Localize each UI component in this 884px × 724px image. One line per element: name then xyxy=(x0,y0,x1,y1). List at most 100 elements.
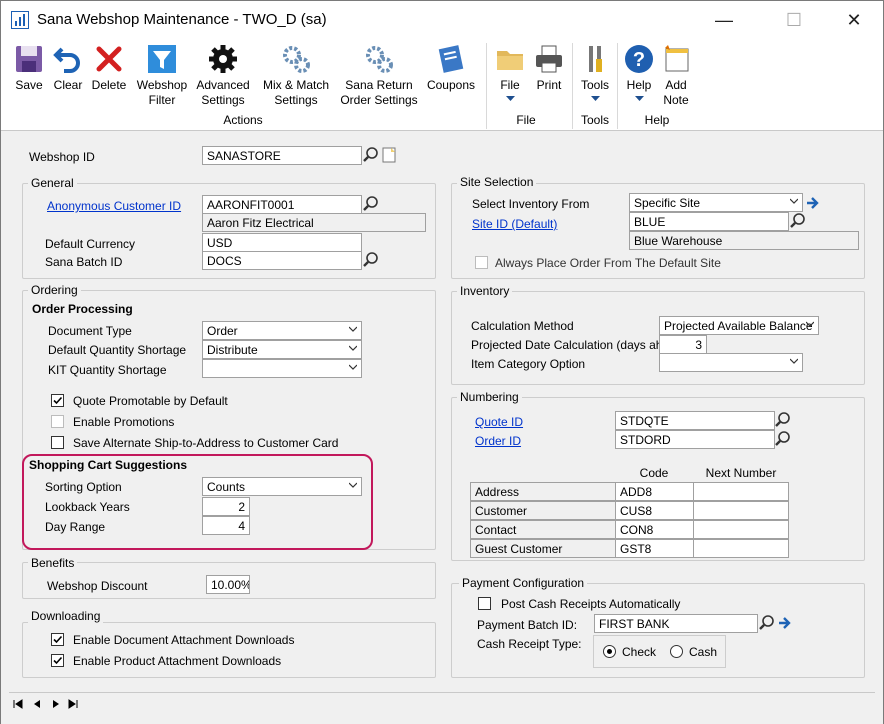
next-number-column-header: Next Number xyxy=(705,466,777,480)
print-button[interactable]: Print xyxy=(529,43,569,93)
projected-date-field[interactable]: 3 xyxy=(659,335,707,354)
next-record-icon[interactable] xyxy=(49,697,63,711)
arrow-right-icon[interactable] xyxy=(776,614,794,632)
advanced-settings-button[interactable]: Advanced Settings xyxy=(193,43,253,108)
maximize-button[interactable]: ☐ xyxy=(771,7,817,33)
save-alternate-address-checkbox[interactable] xyxy=(51,436,64,449)
lookup-icon[interactable] xyxy=(774,430,792,448)
default-quantity-shortage-select[interactable]: Distribute xyxy=(202,340,362,359)
save-label: Save xyxy=(15,78,43,92)
clear-label: Clear xyxy=(53,78,83,92)
sana-return-order-settings-button[interactable]: Sana Return Order Settings xyxy=(337,43,421,108)
lookup-icon[interactable] xyxy=(774,411,792,429)
numbering-row-code[interactable]: CON8 xyxy=(615,520,694,539)
webshop-id-field[interactable]: SANASTORE xyxy=(202,146,362,165)
clear-button[interactable]: Clear xyxy=(49,43,87,93)
gears-icon xyxy=(366,46,393,73)
undo-icon xyxy=(53,47,80,73)
last-record-icon[interactable] xyxy=(66,697,80,711)
add-note-button[interactable]: Add Note xyxy=(657,43,695,108)
sana-return-label: Sana Return Order Settings xyxy=(340,78,418,107)
arrow-right-icon[interactable] xyxy=(804,194,822,212)
check-radio[interactable] xyxy=(603,645,616,658)
webshop-discount-field[interactable]: 10.00% xyxy=(206,575,250,594)
site-id-link[interactable]: Site ID (Default) xyxy=(472,217,557,231)
lookup-icon[interactable] xyxy=(362,195,380,213)
numbering-row-label: Guest Customer xyxy=(470,539,616,558)
numbering-row-code[interactable]: GST8 xyxy=(615,539,694,558)
site-selection-title: Site Selection xyxy=(457,175,537,189)
new-note-icon[interactable] xyxy=(380,146,398,164)
minimize-button[interactable]: — xyxy=(701,7,747,33)
tools-button[interactable]: Tools xyxy=(576,43,614,101)
numbering-row-code[interactable]: CUS8 xyxy=(615,501,694,520)
lookup-icon[interactable] xyxy=(758,614,776,632)
calculation-method-select[interactable]: Projected Available Balance xyxy=(659,316,819,335)
lookup-icon[interactable] xyxy=(362,251,380,269)
item-category-select[interactable] xyxy=(659,353,803,372)
document-type-value: Order xyxy=(207,324,238,338)
numbering-row-next[interactable] xyxy=(693,482,789,501)
numbering-row-next[interactable] xyxy=(693,520,789,539)
file-button[interactable]: File xyxy=(491,43,529,101)
kit-quantity-shortage-select[interactable] xyxy=(202,359,362,378)
close-button[interactable]: ✕ xyxy=(831,7,877,33)
webshop-filter-label: Webshop Filter xyxy=(136,78,188,107)
delete-button[interactable]: Delete xyxy=(89,43,129,93)
document-type-select[interactable]: Order xyxy=(202,321,362,340)
tools-group-label: Tools xyxy=(580,113,609,127)
status-bar xyxy=(1,688,883,724)
help-group-label: Help xyxy=(644,113,670,127)
cash-radio[interactable] xyxy=(670,645,683,658)
post-cash-receipts-label: Post Cash Receipts Automatically xyxy=(501,597,681,611)
sana-batch-id-field[interactable]: DOCS xyxy=(202,251,362,270)
order-id-field[interactable]: STDORD xyxy=(615,430,775,449)
ribbon-separator xyxy=(486,43,487,129)
order-id-link[interactable]: Order ID xyxy=(475,434,521,448)
anonymous-customer-id-field[interactable]: AARONFIT0001 xyxy=(202,195,362,214)
payment-title: Payment Configuration xyxy=(459,576,588,590)
payment-batch-id-field[interactable]: FIRST BANK xyxy=(594,614,758,633)
previous-record-icon[interactable] xyxy=(30,697,44,711)
help-button[interactable]: ? Help xyxy=(621,43,657,101)
select-inventory-select[interactable]: Specific Site xyxy=(629,193,803,212)
default-currency-field[interactable]: USD xyxy=(202,233,362,252)
anonymous-customer-id-link[interactable]: Anonymous Customer ID xyxy=(47,199,181,213)
item-category-label: Item Category Option xyxy=(471,357,586,371)
first-record-icon[interactable] xyxy=(11,697,25,711)
cash-radio-label: Cash xyxy=(689,645,718,659)
coupons-button[interactable]: Coupons xyxy=(423,43,479,93)
quote-id-link[interactable]: Quote ID xyxy=(475,415,523,429)
mix-match-settings-button[interactable]: Mix & Match Settings xyxy=(257,43,335,108)
default-quantity-shortage-value: Distribute xyxy=(207,343,258,357)
enable-promotions-checkbox[interactable] xyxy=(51,415,64,428)
ribbon-toolbar: Save Clear Delete Webshop Filter Advance… xyxy=(1,39,883,131)
quote-id-field[interactable]: STDQTE xyxy=(615,411,775,430)
save-button[interactable]: Save xyxy=(9,43,49,93)
window: Sana Webshop Maintenance - TWO_D (sa) — … xyxy=(0,0,884,724)
inventory-title: Inventory xyxy=(457,284,513,298)
numbering-row-code[interactable]: ADD8 xyxy=(615,482,694,501)
document-attachment-checkbox[interactable] xyxy=(51,633,64,646)
lookup-icon[interactable] xyxy=(362,146,380,164)
quote-promotable-checkbox[interactable] xyxy=(51,394,64,407)
check-radio-label: Check xyxy=(622,645,657,659)
delete-label: Delete xyxy=(91,78,127,92)
product-attachment-checkbox[interactable] xyxy=(51,654,64,667)
app-icon xyxy=(11,11,29,29)
always-default-site-label: Always Place Order From The Default Site xyxy=(495,256,721,270)
order-processing-heading: Order Processing xyxy=(32,302,133,316)
always-default-site-checkbox[interactable] xyxy=(475,256,488,269)
webshop-filter-button[interactable]: Webshop Filter xyxy=(133,43,191,108)
folder-icon xyxy=(497,51,523,70)
lookup-icon[interactable] xyxy=(789,212,807,230)
coupons-label: Coupons xyxy=(426,78,476,92)
numbering-row-next[interactable] xyxy=(693,501,789,520)
printer-icon xyxy=(536,45,562,73)
numbering-row-next[interactable] xyxy=(693,539,789,558)
sana-batch-id-label: Sana Batch ID xyxy=(45,255,123,269)
post-cash-receipts-checkbox[interactable] xyxy=(478,597,491,610)
site-id-field[interactable]: BLUE xyxy=(629,212,789,231)
coupon-icon xyxy=(438,45,464,73)
quote-promotable-label: Quote Promotable by Default xyxy=(73,394,228,408)
